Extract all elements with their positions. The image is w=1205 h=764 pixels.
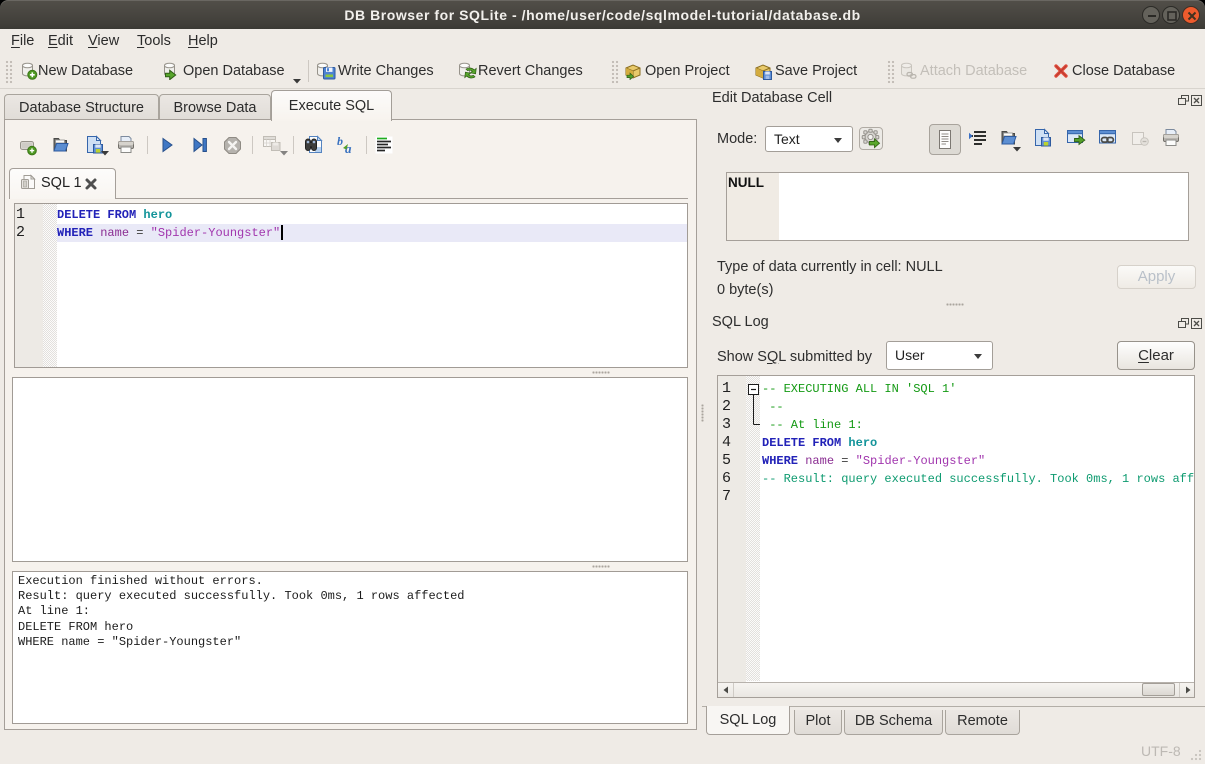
svg-text:b: b [337, 135, 343, 148]
